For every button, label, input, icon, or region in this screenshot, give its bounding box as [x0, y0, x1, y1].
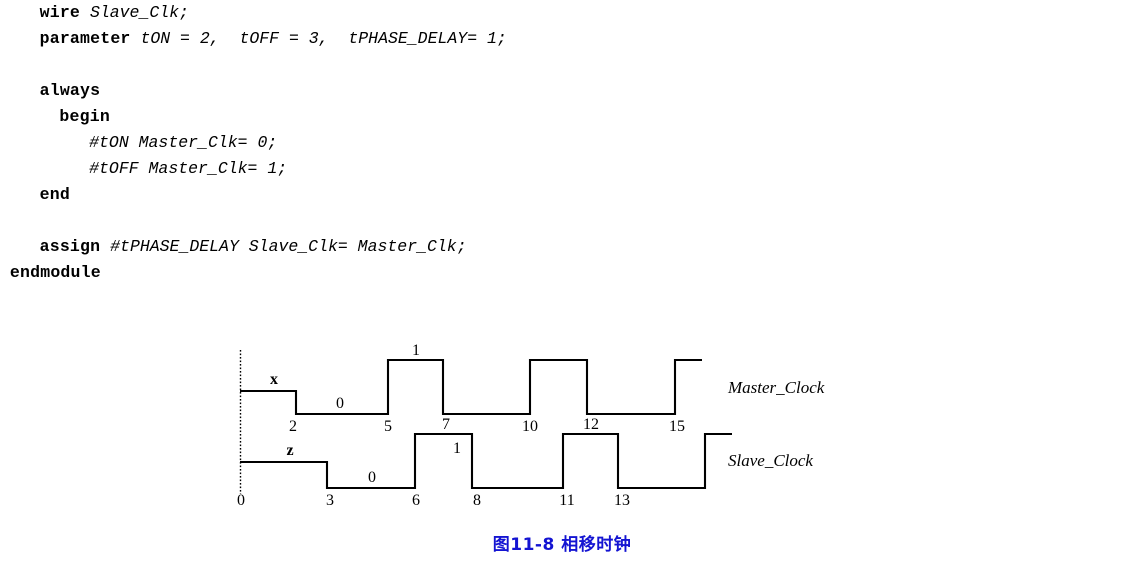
code-line: endmodule [0, 260, 1124, 286]
master-low-label: 0 [336, 395, 344, 412]
code-identifier: tON = 2, tOFF = 3, tPHASE_DELAY= 1; [140, 29, 507, 48]
master-time-label: 10 [522, 418, 538, 435]
code-keyword: end [39, 185, 70, 204]
slave-high-label: 1 [453, 440, 461, 457]
code-identifier: Slave_Clk; [89, 3, 189, 22]
code-line: always [0, 78, 1124, 104]
slave-time-label: 6 [412, 492, 420, 509]
master-state-label-x: x [270, 371, 278, 388]
code-identifier: #tON Master_Clk= 0; [89, 133, 278, 152]
slave-low-label: 0 [368, 469, 376, 486]
waveform-figure: x 0 1 z 0 1 2 5 7 10 12 15 0 3 6 8 11 13… [0, 336, 1124, 574]
slave-clock-waveform [240, 432, 732, 490]
code-keyword: assign [39, 237, 101, 256]
slave-state-label-z: z [286, 442, 293, 459]
master-time-label: 15 [669, 418, 685, 435]
slave-time-label: 0 [237, 492, 245, 509]
code-line: parameter tON = 2, tOFF = 3, tPHASE_DELA… [0, 26, 1124, 52]
timing-diagram: x 0 1 z 0 1 2 5 7 10 12 15 0 3 6 8 11 13… [237, 342, 825, 509]
master-time-label: 7 [442, 416, 450, 433]
master-clock-signal-name: Master_Clock [727, 378, 825, 397]
slave-time-label: 11 [559, 492, 574, 509]
master-time-label: 2 [289, 418, 297, 435]
code-line: assign #tPHASE_DELAY Slave_Clk= Master_C… [0, 234, 1124, 260]
slave-time-label: 3 [326, 492, 334, 509]
verilog-code-block: wire Slave_Clk; parameter tON = 2, tOFF … [0, 0, 1124, 286]
code-line: #tOFF Master_Clk= 1; [0, 156, 1124, 182]
master-high-label: 1 [412, 342, 420, 359]
slave-time-label: 8 [473, 492, 481, 509]
slave-time-label: 13 [614, 492, 630, 509]
master-time-label: 5 [384, 418, 392, 435]
code-line: begin [0, 104, 1124, 130]
figure-caption: 图11-8 相移时钟 [492, 535, 632, 555]
code-keyword: begin [59, 107, 110, 126]
code-keyword: wire [39, 3, 81, 22]
master-clock-waveform [240, 358, 702, 416]
code-identifier: #tPHASE_DELAY Slave_Clk= Master_Clk; [110, 237, 467, 256]
slave-clock-signal-name: Slave_Clock [728, 451, 813, 470]
code-keyword: endmodule [9, 263, 101, 282]
code-identifier: #tOFF Master_Clk= 1; [89, 159, 288, 178]
code-line: wire Slave_Clk; [0, 0, 1124, 26]
code-line: end [0, 182, 1124, 208]
code-keyword: parameter [39, 29, 131, 48]
master-time-label: 12 [583, 416, 599, 433]
code-keyword: always [39, 81, 101, 100]
code-line: #tON Master_Clk= 0; [0, 130, 1124, 156]
